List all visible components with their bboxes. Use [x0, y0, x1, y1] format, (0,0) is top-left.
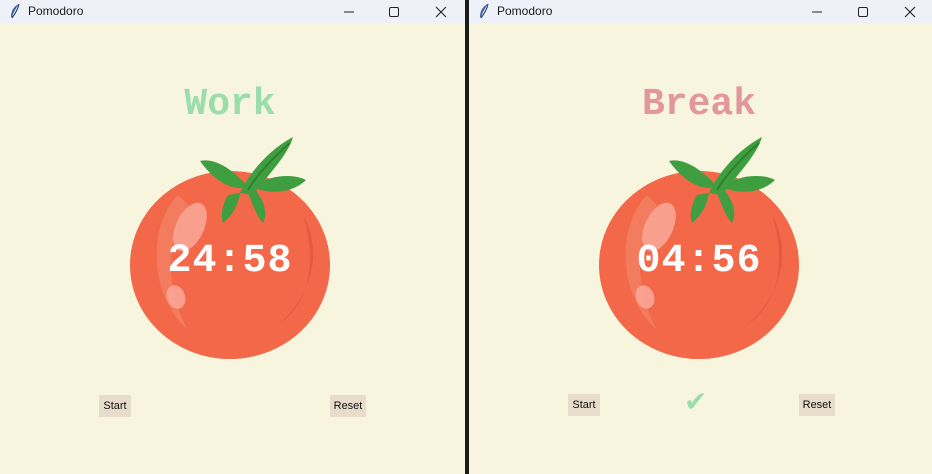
minimize-icon: [344, 11, 354, 12]
feather-icon: [480, 3, 489, 19]
pomodoro-window-work: Pomodoro Work 24:58 Start Reset: [0, 0, 465, 474]
reset-button[interactable]: Reset: [330, 395, 366, 417]
window-title: Pomodoro: [28, 4, 84, 18]
window-title: Pomodoro: [497, 4, 553, 18]
reset-button[interactable]: Reset: [799, 394, 835, 416]
maximize-button[interactable]: [843, 0, 883, 23]
maximize-button[interactable]: [374, 0, 414, 23]
canvas-area: Work 24:58 Start Reset: [0, 23, 465, 474]
checkmark-icon: ✔: [684, 385, 708, 418]
close-icon: [435, 6, 447, 17]
title-bar[interactable]: Pomodoro: [469, 0, 932, 23]
maximize-icon: [858, 6, 868, 17]
close-icon: [904, 6, 916, 17]
start-button[interactable]: Start: [99, 395, 131, 417]
mode-label: Work: [184, 83, 276, 126]
close-button[interactable]: [890, 0, 930, 23]
pomodoro-window-break: Pomodoro Break 04:56 Start ✔ Reset: [469, 0, 932, 474]
canvas-area: Break 04:56 Start ✔ Reset: [469, 23, 932, 474]
timer-display: 04:56: [636, 239, 762, 284]
minimize-button[interactable]: [797, 0, 837, 23]
title-bar[interactable]: Pomodoro: [0, 0, 465, 23]
start-button[interactable]: Start: [568, 394, 600, 416]
minimize-button[interactable]: [329, 0, 369, 23]
timer-display: 24:58: [167, 239, 293, 284]
feather-icon: [11, 3, 20, 19]
mode-label: Break: [641, 83, 757, 126]
close-button[interactable]: [421, 0, 461, 23]
maximize-icon: [389, 6, 399, 17]
minimize-icon: [812, 11, 822, 12]
